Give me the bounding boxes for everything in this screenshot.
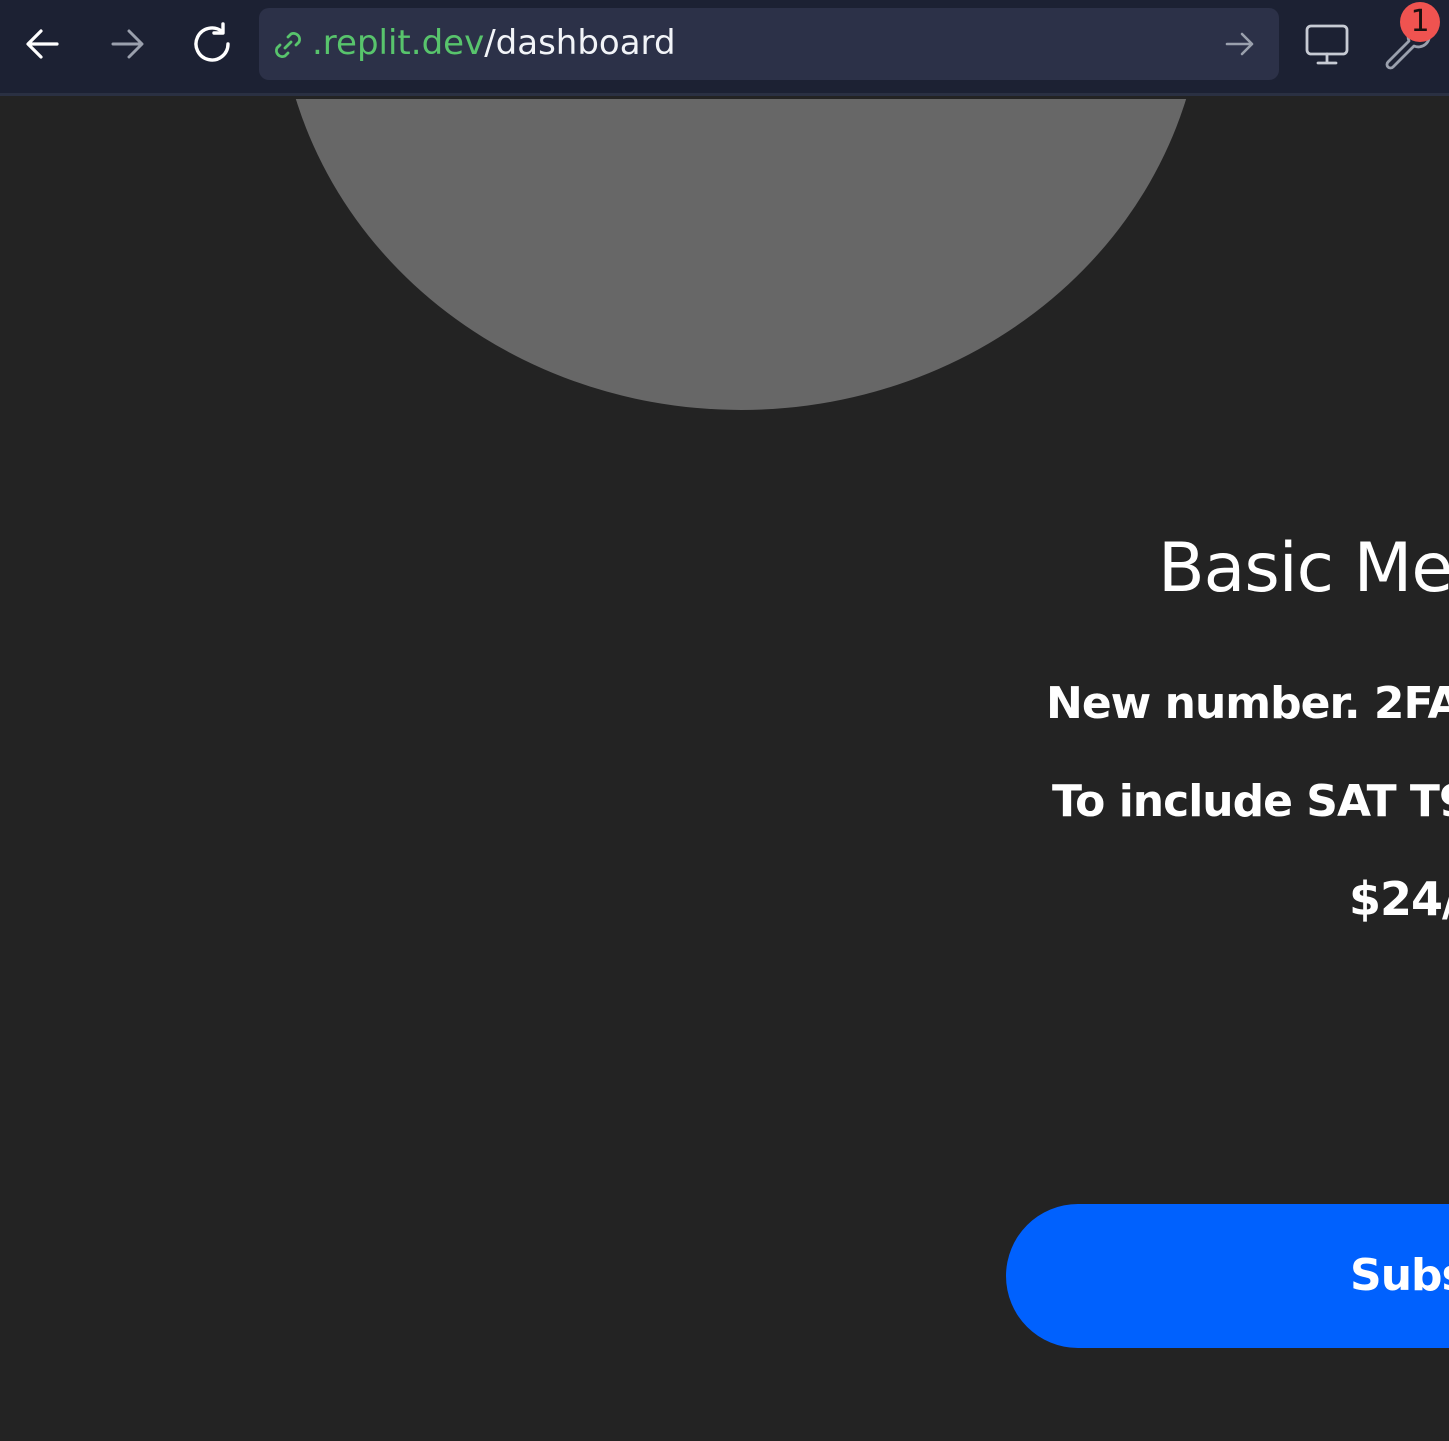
link-icon [275, 32, 301, 58]
arrow-right-icon [111, 29, 144, 59]
arrow-left-icon [26, 29, 59, 59]
monitor-icon [1305, 24, 1349, 65]
notification-badge: 1 [1400, 2, 1440, 42]
url-domain: .replit.dev [312, 23, 485, 63]
plan-feature-1: New number. 2FA. [1046, 678, 1449, 729]
address-bar[interactable]: .replit.dev/dashboard [259, 8, 1279, 80]
url-text: .replit.dev/dashboard [312, 20, 676, 66]
url-path: /dashboard [484, 23, 676, 63]
subscribe-button-label: Subs [1350, 1250, 1449, 1301]
avatar-placeholder [278, 99, 1204, 410]
go-button[interactable] [1223, 28, 1257, 60]
forward-button[interactable] [101, 18, 153, 70]
reload-button[interactable] [186, 18, 238, 70]
plan-price: $24/ [1349, 872, 1449, 926]
devtools-button[interactable] [1301, 18, 1353, 70]
browser-toolbar: .replit.dev/dashboard 1 [0, 0, 1449, 96]
plan-feature-2: To include SAT T9- [1052, 776, 1449, 827]
plan-title: Basic Me [1158, 529, 1449, 608]
arrow-right-icon [1225, 32, 1254, 56]
page-content: Basic Me New number. 2FA. To include SAT… [0, 99, 1449, 1441]
back-button[interactable] [17, 18, 69, 70]
reload-icon [194, 22, 230, 62]
subscribe-button[interactable]: Subs [1006, 1204, 1449, 1348]
